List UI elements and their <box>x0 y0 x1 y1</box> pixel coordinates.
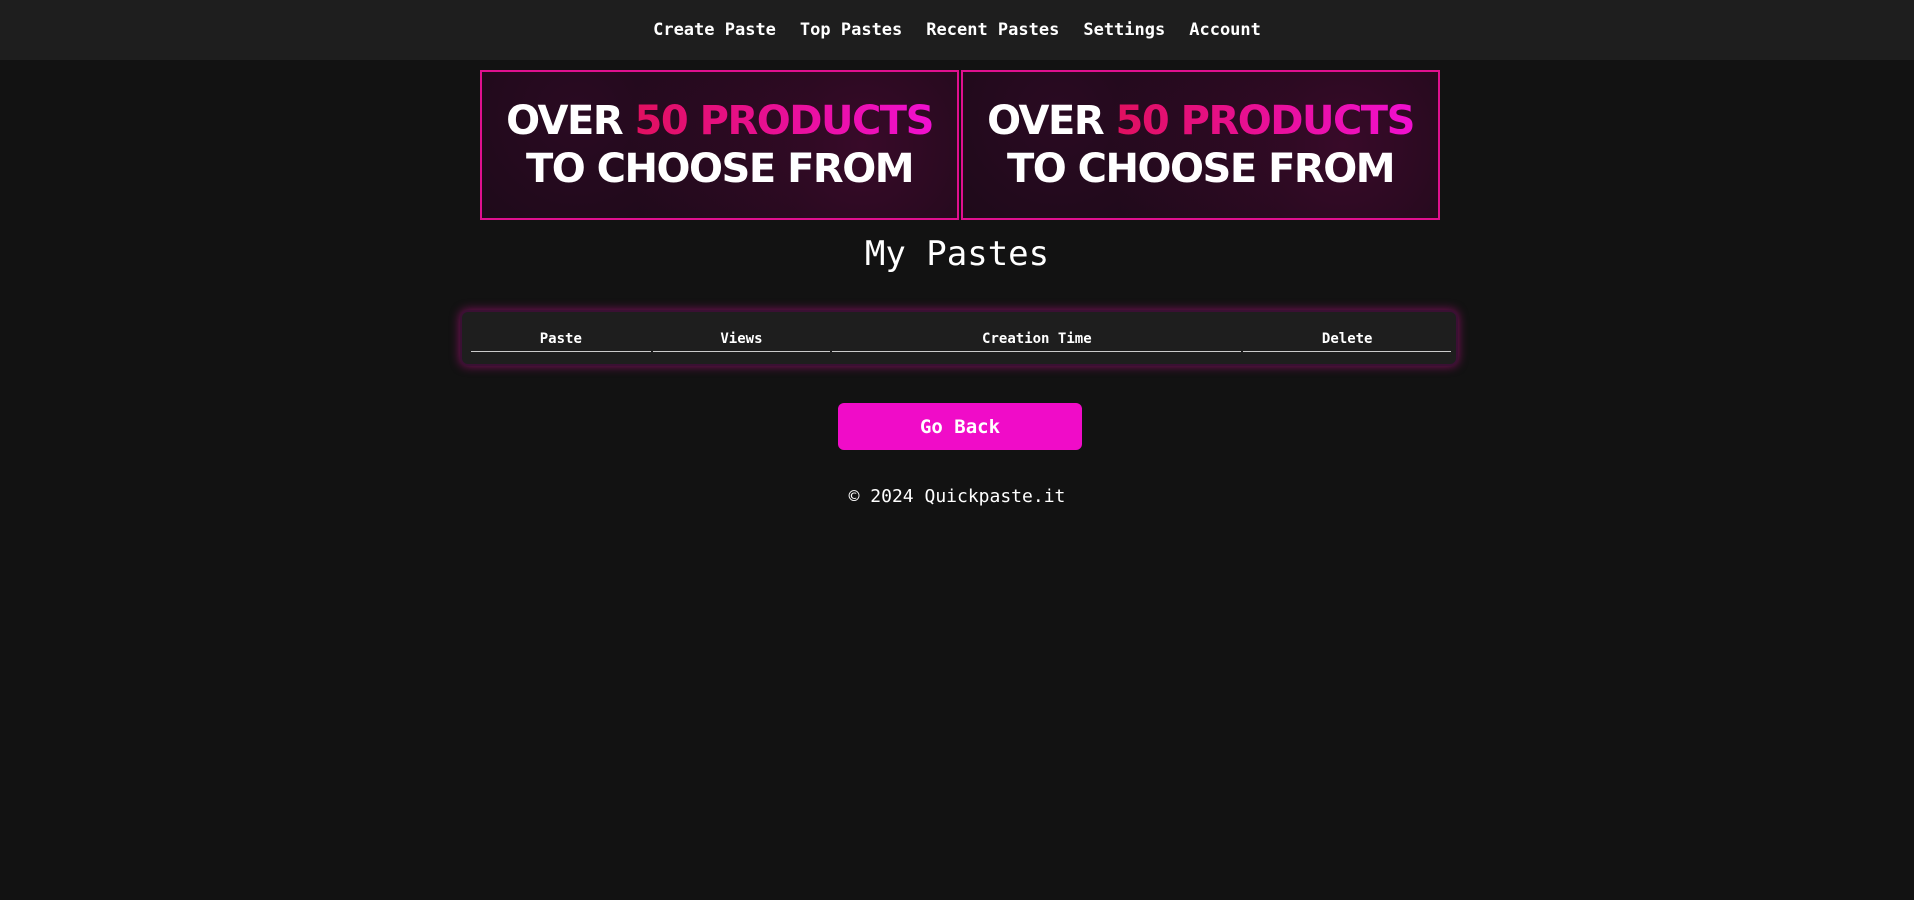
pastes-table: Paste Views Creation Time Delete <box>469 331 1453 352</box>
nav-recent-pastes[interactable]: Recent Pastes <box>926 20 1059 40</box>
table-header-row: Paste Views Creation Time Delete <box>471 331 1451 352</box>
nav-account[interactable]: Account <box>1189 20 1261 40</box>
ad-headline-plain: OVER <box>506 98 635 144</box>
column-header-views: Views <box>652 331 831 352</box>
ad-headline: OVER 50 PRODUCTS <box>987 97 1416 145</box>
page-title: My Pastes <box>864 234 1050 274</box>
ad-subline: TO CHOOSE FROM <box>525 146 915 192</box>
footer-copyright: © 2024 Quickpaste.it <box>848 486 1066 507</box>
nav-settings[interactable]: Settings <box>1083 20 1165 40</box>
column-header-delete: Delete <box>1243 331 1451 352</box>
column-header-paste: Paste <box>471 331 651 352</box>
ad-banner-left[interactable]: OVER 50 PRODUCTS TO CHOOSE FROM <box>480 70 959 220</box>
column-header-creation-time: Creation Time <box>832 331 1242 352</box>
pastes-table-container: Paste Views Creation Time Delete <box>460 310 1458 366</box>
ad-headline-accent: 50 PRODUCTS <box>634 98 935 144</box>
ad-headline-accent: 50 PRODUCTS <box>1115 98 1416 144</box>
go-back-button[interactable]: Go Back <box>838 403 1082 450</box>
ad-headline: OVER 50 PRODUCTS <box>506 97 935 145</box>
ad-banners: OVER 50 PRODUCTS TO CHOOSE FROM OVER 50 … <box>480 70 1440 220</box>
nav-create-paste[interactable]: Create Paste <box>653 20 776 40</box>
top-navigation: Create Paste Top Pastes Recent Pastes Se… <box>0 0 1914 60</box>
ad-headline-plain: OVER <box>987 98 1116 144</box>
ad-subline: TO CHOOSE FROM <box>1006 146 1396 192</box>
ad-banner-right[interactable]: OVER 50 PRODUCTS TO CHOOSE FROM <box>961 70 1440 220</box>
nav-top-pastes[interactable]: Top Pastes <box>800 20 902 40</box>
